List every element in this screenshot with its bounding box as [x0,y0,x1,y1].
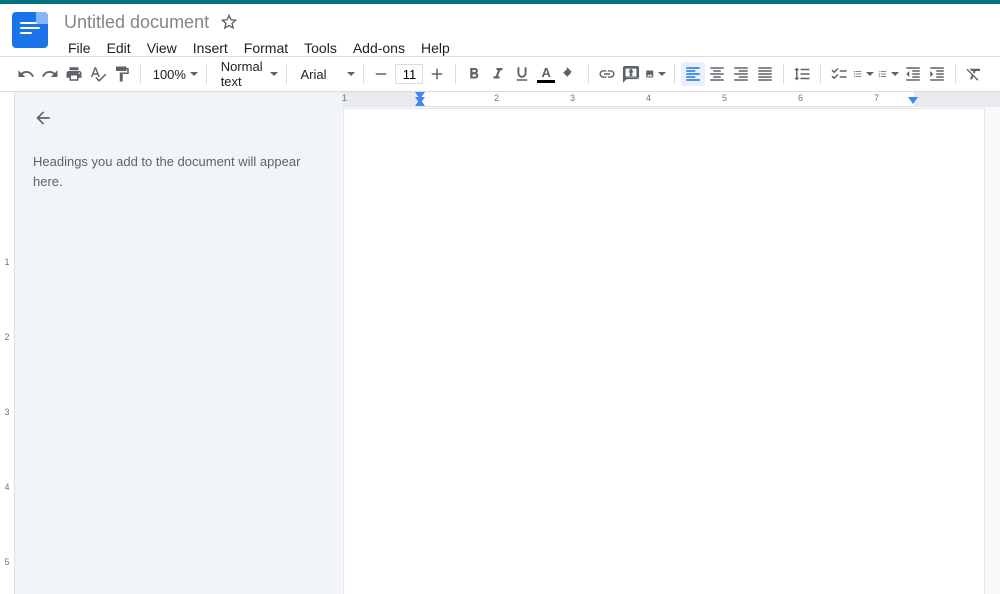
increase-font-size-button[interactable] [425,62,449,86]
decrease-font-size-button[interactable] [369,62,393,86]
bulleted-list-button[interactable] [851,62,876,86]
menu-edit[interactable]: Edit [99,36,139,60]
caret-down-icon [658,72,666,76]
main-area: 1 2 3 4 5 Headings you add to the docume… [0,92,1000,594]
spellcheck-button[interactable] [86,62,110,86]
docs-logo[interactable] [12,12,48,48]
menu-view[interactable]: View [139,36,185,60]
menu-file[interactable]: File [60,36,99,60]
align-justify-button[interactable] [753,62,777,86]
caret-down-icon [270,72,278,76]
highlight-color-button[interactable] [558,62,582,86]
menu-addons[interactable]: Add-ons [345,36,413,60]
numbered-list-button[interactable] [876,62,901,86]
outline-panel: Headings you add to the document will ap… [15,92,342,594]
checklist-button[interactable] [827,62,851,86]
increase-indent-button[interactable] [925,62,949,86]
add-comment-button[interactable] [619,62,643,86]
align-center-button[interactable] [705,62,729,86]
paint-format-button[interactable] [110,62,134,86]
menu-bar: File Edit View Insert Format Tools Add-o… [60,36,988,60]
paragraph-style-select[interactable]: Normal text [213,59,280,89]
left-indent-marker[interactable] [415,97,425,104]
undo-button[interactable] [14,62,38,86]
close-outline-button[interactable] [33,108,53,128]
outline-empty-text: Headings you add to the document will ap… [33,152,324,191]
menu-insert[interactable]: Insert [185,36,236,60]
insert-link-button[interactable] [595,62,619,86]
decrease-indent-button[interactable] [901,62,925,86]
print-button[interactable] [62,62,86,86]
insert-image-button[interactable] [643,62,668,86]
bold-button[interactable] [462,62,486,86]
caret-down-icon [190,72,198,76]
clear-formatting-button[interactable] [962,62,986,86]
italic-button[interactable] [486,62,510,86]
document-area: 1 2 3 4 5 6 7 [342,92,1000,594]
document-title[interactable]: Untitled document [60,12,213,33]
text-color-button[interactable]: A [534,62,558,86]
caret-down-icon [891,72,899,76]
vertical-ruler[interactable]: 1 2 3 4 5 [0,92,15,594]
zoom-select[interactable]: 100% [147,67,200,82]
underline-button[interactable] [510,62,534,86]
star-icon[interactable] [221,14,237,30]
align-right-button[interactable] [729,62,753,86]
menu-format[interactable]: Format [236,36,296,60]
font-size-input[interactable] [395,64,423,84]
menu-tools[interactable]: Tools [296,36,345,60]
font-select[interactable]: Arial [293,67,357,82]
line-spacing-button[interactable] [790,62,814,86]
horizontal-ruler[interactable]: 1 2 3 4 5 6 7 [342,92,1000,107]
header: Untitled document File Edit View Insert … [0,4,1000,56]
document-page[interactable] [344,109,984,594]
toolbar: 100% Normal text Arial A [0,56,1000,92]
menu-help[interactable]: Help [413,36,458,60]
align-left-button[interactable] [681,62,705,86]
redo-button[interactable] [38,62,62,86]
caret-down-icon [866,72,874,76]
right-indent-marker[interactable] [908,97,918,104]
caret-down-icon [347,72,355,76]
